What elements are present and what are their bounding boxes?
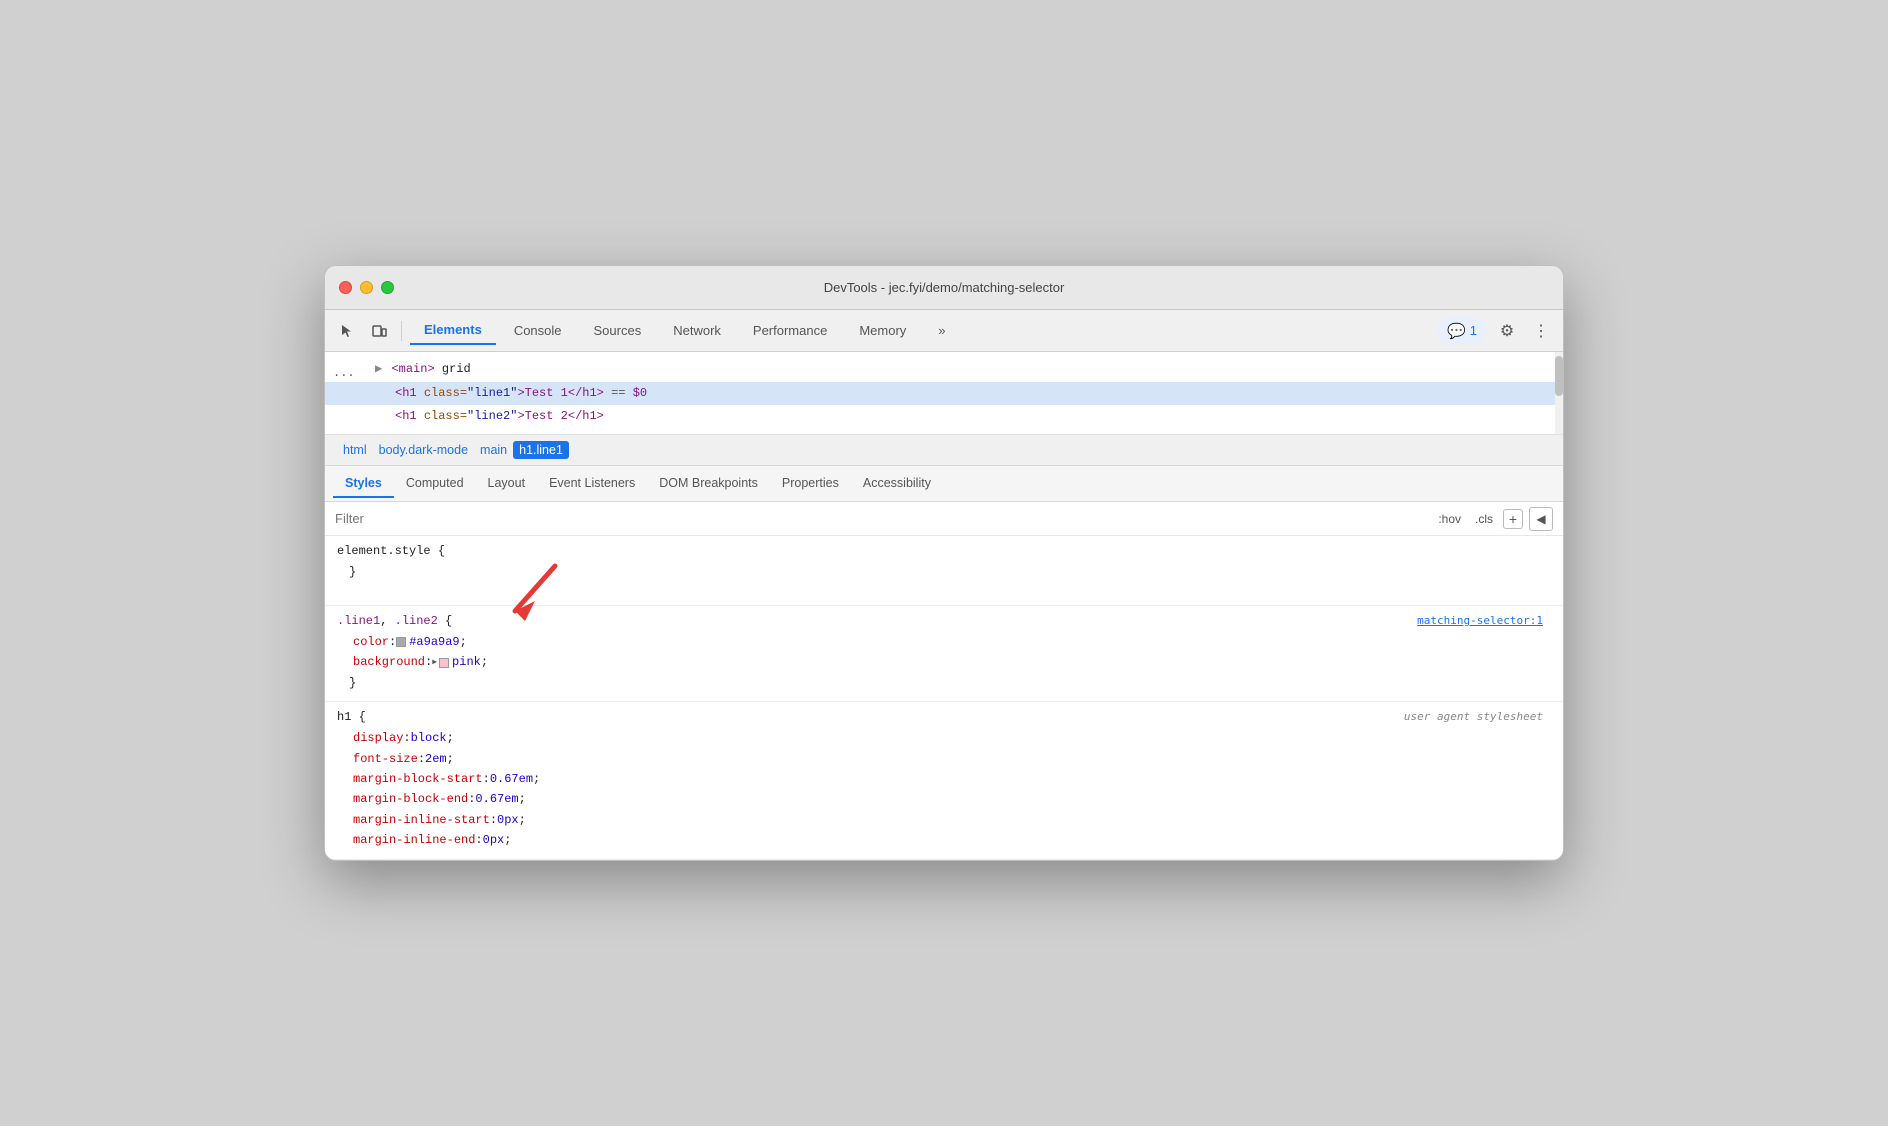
cls-button[interactable]: .cls — [1471, 510, 1497, 528]
titlebar: DevTools - jec.fyi/demo/matching-selecto… — [325, 266, 1563, 310]
css-property-margin-inline-end: margin-inline-end: 0px; — [337, 830, 1551, 850]
toolbar-divider — [401, 321, 402, 341]
css-selector: h1 { — [337, 710, 1551, 724]
css-property-background: background: ▶ pink; — [337, 652, 1551, 672]
css-source-link[interactable]: matching-selector:1 — [1417, 614, 1543, 627]
badge-count: 1 — [1470, 323, 1477, 338]
filter-bar: :hov .cls + ◀ — [325, 502, 1563, 536]
style-tabs: Styles Computed Layout Event Listeners D… — [325, 466, 1563, 502]
hov-button[interactable]: :hov — [1434, 510, 1465, 528]
devtools-window: DevTools - jec.fyi/demo/matching-selecto… — [324, 265, 1564, 860]
styles-pane: element.style { } .line1, .line2 { match… — [325, 536, 1563, 860]
closing-brace: } — [337, 673, 1551, 693]
dom-scrollbar-thumb[interactable] — [1555, 356, 1563, 396]
css-property-display: display: block; — [337, 728, 1551, 748]
tab-properties[interactable]: Properties — [770, 470, 851, 498]
dom-tree: ... ▶ <main> grid <h1 class="line1">Test… — [325, 352, 1563, 435]
tab-dom-breakpoints[interactable]: DOM Breakpoints — [647, 470, 770, 498]
tab-more[interactable]: » — [924, 317, 959, 344]
tab-event-listeners[interactable]: Event Listeners — [537, 470, 647, 498]
dom-scrollbar-track — [1555, 352, 1563, 434]
tab-elements[interactable]: Elements — [410, 316, 496, 345]
tab-memory[interactable]: Memory — [845, 317, 920, 344]
inspector-icon-button[interactable] — [333, 317, 361, 345]
dots-button[interactable]: ... — [333, 366, 355, 380]
tab-accessibility[interactable]: Accessibility — [851, 470, 943, 498]
user-agent-label: user agent stylesheet — [1404, 710, 1543, 723]
tab-computed[interactable]: Computed — [394, 470, 476, 498]
device-toggle-button[interactable] — [365, 317, 393, 345]
badge-button[interactable]: 💬 1 — [1437, 318, 1487, 344]
breadcrumb-item-body[interactable]: body.dark-mode — [373, 441, 474, 459]
minimize-button[interactable] — [360, 281, 373, 294]
close-button[interactable] — [339, 281, 352, 294]
css-property-margin-block-end: margin-block-end: 0.67em; — [337, 789, 1551, 809]
css-block-h1: h1 { user agent stylesheet display: bloc… — [325, 702, 1563, 859]
add-rule-button[interactable]: + — [1503, 509, 1523, 529]
css-property-font-size: font-size: 2em; — [337, 749, 1551, 769]
color-swatch[interactable] — [396, 637, 406, 647]
expand-arrow: ▶ — [375, 362, 382, 376]
traffic-lights — [339, 281, 394, 294]
tab-network[interactable]: Network — [659, 317, 735, 344]
window-title: DevTools - jec.fyi/demo/matching-selecto… — [824, 280, 1065, 295]
css-selector: .line1, .line2 { — [337, 614, 1551, 628]
tab-performance[interactable]: Performance — [739, 317, 841, 344]
css-block-element-style: element.style { } — [325, 536, 1563, 606]
dom-line-selected[interactable]: <h1 class="line1">Test 1</h1> == $0 — [325, 382, 1563, 405]
tab-console[interactable]: Console — [500, 317, 576, 344]
css-property-margin-block-start: margin-block-start: 0.67em; — [337, 769, 1551, 789]
expand-triangle[interactable]: ▶ — [432, 656, 437, 670]
tab-layout[interactable]: Layout — [476, 470, 538, 498]
settings-button[interactable]: ⚙ — [1493, 317, 1521, 345]
breadcrumb-item-html[interactable]: html — [337, 441, 373, 459]
closing-brace: } — [337, 562, 1551, 582]
maximize-button[interactable] — [381, 281, 394, 294]
css-block-line1-line2: .line1, .line2 { matching-selector:1 col… — [325, 606, 1563, 702]
filter-right: :hov .cls + ◀ — [1434, 507, 1553, 531]
filter-input[interactable] — [335, 511, 1434, 526]
chat-icon: 💬 — [1447, 322, 1466, 340]
tab-styles[interactable]: Styles — [333, 470, 394, 498]
breadcrumb-item-h1[interactable]: h1.line1 — [513, 441, 569, 459]
cursor-icon — [339, 323, 355, 339]
bg-color-swatch[interactable] — [439, 658, 449, 668]
devtools-toolbar: Elements Console Sources Network Perform… — [325, 310, 1563, 352]
css-selector: element.style { — [337, 544, 1551, 558]
breadcrumb-item-main[interactable]: main — [474, 441, 513, 459]
css-property-margin-inline-start: margin-inline-start: 0px; — [337, 810, 1551, 830]
breadcrumb: html body.dark-mode main h1.line1 — [325, 435, 1563, 466]
tab-sources[interactable]: Sources — [580, 317, 656, 344]
dom-line[interactable]: <h1 class="line2">Test 2</h1> — [325, 405, 1563, 428]
more-options-button[interactable]: ⋮ — [1527, 317, 1555, 345]
toolbar-right: 💬 1 ⚙ ⋮ — [1437, 317, 1555, 345]
dom-line[interactable]: ▶ <main> grid — [325, 358, 1563, 381]
pane-toggle-button[interactable]: ◀ — [1529, 507, 1553, 531]
css-property-color: color: #a9a9a9; — [337, 632, 1551, 652]
device-icon — [371, 323, 387, 339]
